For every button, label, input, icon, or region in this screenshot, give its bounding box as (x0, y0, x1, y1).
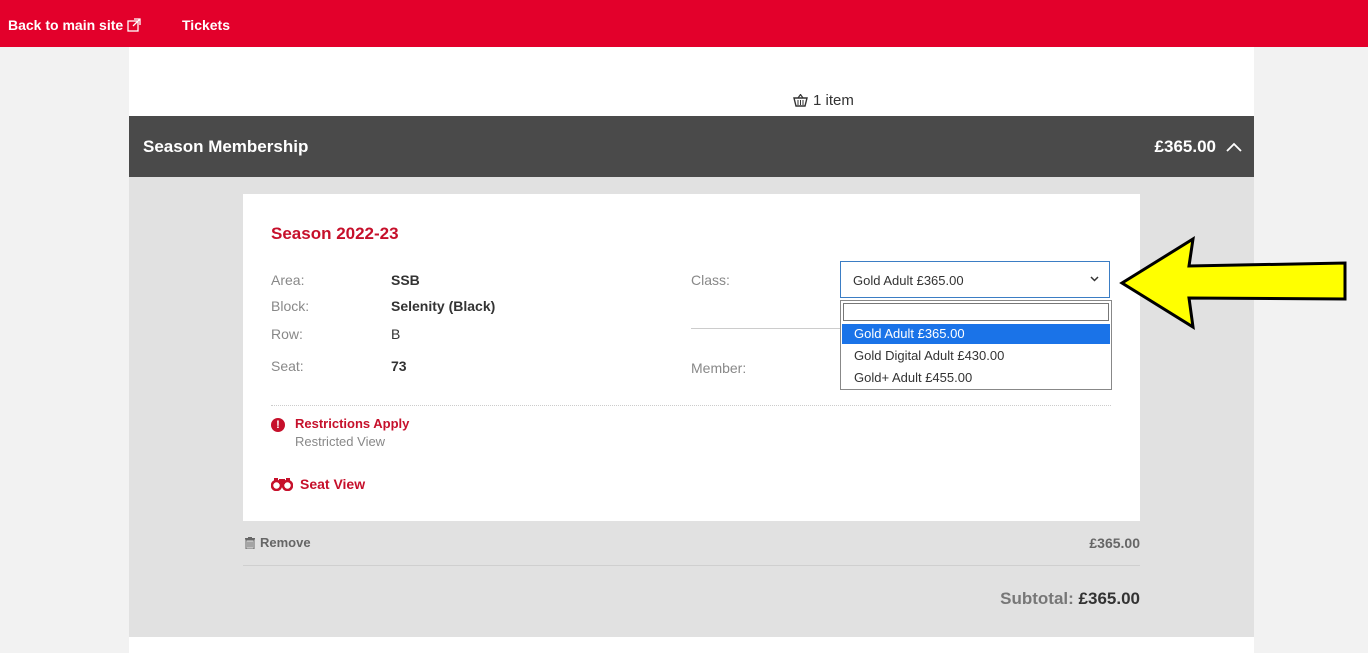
subtotal-value: £365.00 (1078, 589, 1140, 608)
section-title: Season Membership (143, 137, 309, 156)
restrictions-title[interactable]: Restrictions Apply (295, 416, 409, 431)
subtotal: Subtotal: £365.00 (1000, 589, 1140, 609)
class-select[interactable]: Gold Adult £365.00 (840, 261, 1110, 298)
class-option[interactable]: Gold Adult £365.00 (842, 324, 1110, 344)
class-option[interactable]: Gold Digital Adult £430.00 (842, 346, 1110, 366)
section-price: £365.00 (1154, 137, 1216, 156)
tickets-link[interactable]: Tickets (182, 17, 230, 33)
remove-button[interactable]: Remove (245, 535, 311, 550)
member-label: Member: (691, 360, 747, 376)
chevron-up-icon[interactable] (1226, 142, 1242, 152)
season-title: Season 2022-23 (271, 224, 399, 243)
row-value: B (391, 326, 401, 342)
top-navigation-bar: Back to main site Tickets (0, 0, 1368, 47)
seat-view-link[interactable]: Seat View (271, 476, 365, 492)
seat-value: 73 (391, 358, 407, 374)
exclamation-icon: ! (271, 418, 285, 432)
back-to-main-site-link[interactable]: Back to main site (8, 17, 141, 33)
block-label: Block: (271, 298, 310, 314)
dropdown-search-input[interactable] (843, 303, 1109, 321)
external-link-icon (127, 18, 141, 32)
season-membership-header[interactable]: Season Membership £365.00 (129, 116, 1254, 177)
left-arrow-annotation-icon (1119, 236, 1347, 330)
trash-icon (245, 536, 255, 549)
restrictions-detail: Restricted View (295, 434, 386, 449)
card-divider (271, 405, 1111, 406)
row-label: Row: (271, 326, 303, 342)
back-to-main-site-label: Back to main site (8, 17, 124, 33)
area-label: Area: (271, 272, 305, 288)
section-price-group: £365.00 (1155, 137, 1242, 157)
basket-summary[interactable]: 1 item (793, 92, 854, 109)
class-option[interactable]: Gold+ Adult £455.00 (842, 368, 1110, 388)
basket-icon (793, 94, 808, 107)
basket-count: 1 item (813, 92, 854, 109)
line-item-row: Remove £365.00 (243, 521, 1140, 566)
class-select-value: Gold Adult £365.00 (853, 273, 964, 288)
subtotal-label: Subtotal: (1000, 589, 1074, 608)
seat-label: Seat: (271, 358, 304, 374)
seat-view-label: Seat View (300, 476, 366, 492)
class-label: Class: (691, 272, 730, 288)
area-value: SSB (391, 272, 420, 288)
chevron-down-icon (1090, 276, 1099, 282)
binoculars-icon (271, 478, 293, 491)
class-dropdown-list: Gold Adult £365.00 Gold Digital Adult £4… (840, 300, 1112, 390)
remove-label: Remove (260, 535, 311, 550)
line-item-price: £365.00 (1089, 535, 1140, 551)
block-value: Selenity (Black) (391, 298, 496, 314)
